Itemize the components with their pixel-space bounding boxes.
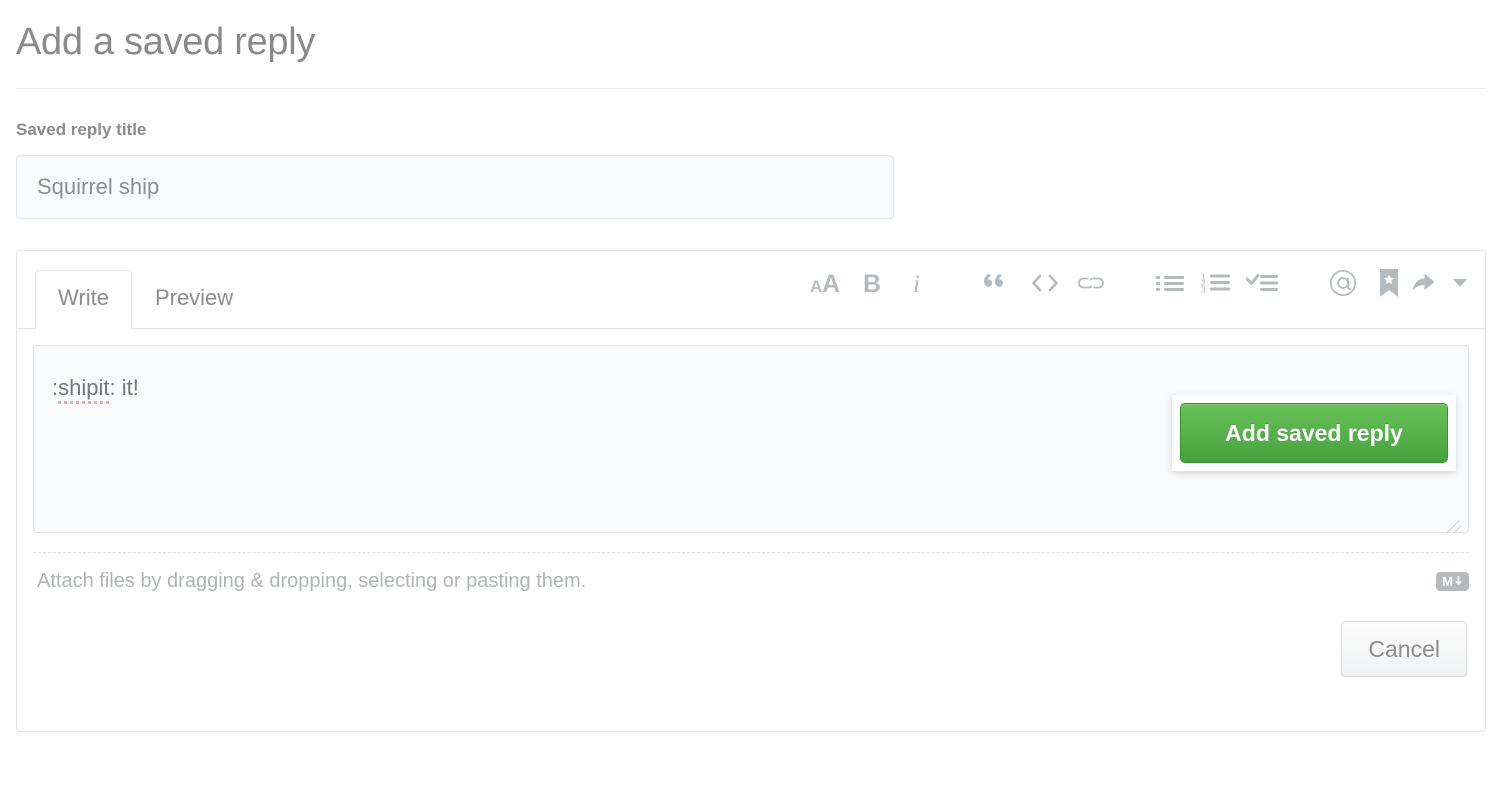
markdown-badge-letter: M bbox=[1442, 573, 1453, 589]
svg-text:i: i bbox=[913, 271, 920, 297]
chevron-down-icon bbox=[1453, 278, 1467, 287]
file-drop-text: Attach files by dragging & dropping, sel… bbox=[37, 569, 587, 592]
toolbar-group-insert bbox=[976, 263, 1114, 303]
link-icon[interactable] bbox=[1068, 263, 1114, 303]
heading-icon[interactable]: A A bbox=[804, 263, 850, 303]
svg-text:B: B bbox=[863, 270, 881, 297]
markdown-icon[interactable]: M bbox=[1436, 571, 1469, 591]
page-header: Add a saved reply bbox=[0, 0, 1502, 66]
comment-editor-box: Write Preview A A B i 1 2 3:shipit: it!… bbox=[16, 250, 1486, 732]
saved-reply-title-field: Saved reply title bbox=[0, 119, 1502, 219]
toolbar-group-text: A A B i bbox=[804, 263, 942, 303]
quote-icon[interactable] bbox=[976, 263, 1022, 303]
editor-actions: Cancel bbox=[17, 621, 1485, 677]
saved-reply-icon[interactable] bbox=[1366, 263, 1412, 303]
add-saved-reply-highlight: Add saved reply bbox=[1172, 395, 1456, 471]
editor-tab-row: Write Preview A A B i 1 2 3 bbox=[17, 251, 1485, 329]
file-drop-zone[interactable]: Attach files by dragging & dropping, sel… bbox=[33, 552, 1469, 609]
svg-text:A: A bbox=[822, 270, 840, 296]
svg-text:3: 3 bbox=[1201, 285, 1206, 294]
editor-tabs: Write Preview bbox=[35, 251, 256, 329]
cancel-button[interactable]: Cancel bbox=[1341, 621, 1467, 677]
toolbar-group-lists: 1 2 3 bbox=[1148, 263, 1286, 303]
toolbar-group-extras bbox=[1320, 263, 1467, 303]
tab-preview[interactable]: Preview bbox=[132, 270, 256, 328]
unordered-list-icon[interactable] bbox=[1148, 263, 1194, 303]
editor-toolbar: A A B i 1 2 3 bbox=[804, 251, 1467, 328]
italic-icon[interactable]: i bbox=[896, 263, 942, 303]
page-title: Add a saved reply bbox=[16, 21, 316, 63]
bold-icon[interactable]: B bbox=[850, 263, 896, 303]
svg-text:A: A bbox=[810, 277, 822, 296]
saved-reply-title-label: Saved reply title bbox=[16, 120, 147, 139]
header-divider bbox=[16, 88, 1486, 89]
task-list-icon[interactable] bbox=[1240, 263, 1286, 303]
reply-icon[interactable] bbox=[1412, 263, 1467, 303]
add-saved-reply-button[interactable]: Add saved reply bbox=[1180, 403, 1448, 463]
code-icon[interactable] bbox=[1022, 263, 1068, 303]
mention-icon[interactable] bbox=[1320, 263, 1366, 303]
saved-reply-title-input[interactable] bbox=[16, 155, 894, 219]
ordered-list-icon[interactable]: 1 2 3 bbox=[1194, 263, 1240, 303]
tab-write[interactable]: Write bbox=[35, 270, 132, 329]
